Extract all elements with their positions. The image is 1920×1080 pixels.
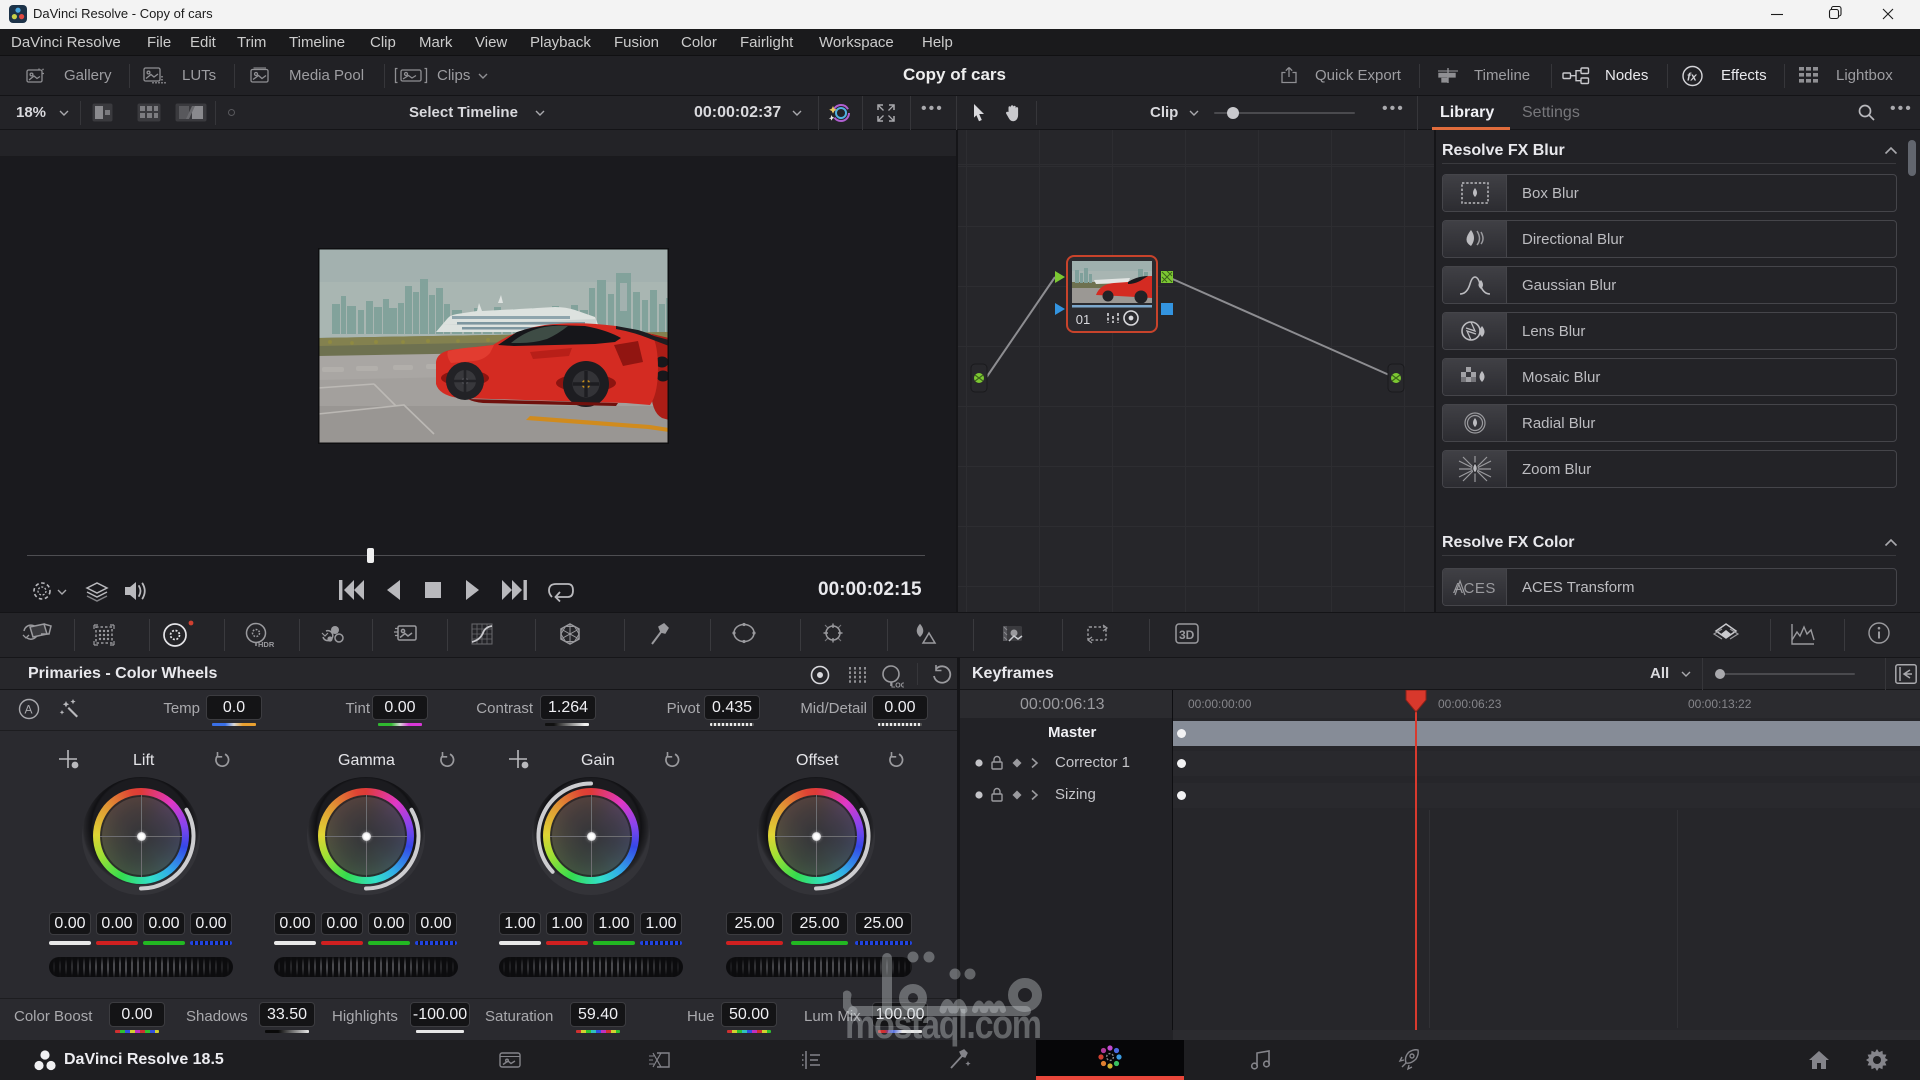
svg-text:LOG: LOG (891, 683, 904, 689)
svg-text:fx: fx (1687, 72, 1698, 84)
svg-text:3D: 3D (1179, 628, 1195, 642)
svg-text:A: A (25, 703, 33, 717)
svg-text:01: 01 (1076, 312, 1090, 327)
svg-text:HDR: HDR (258, 640, 275, 649)
